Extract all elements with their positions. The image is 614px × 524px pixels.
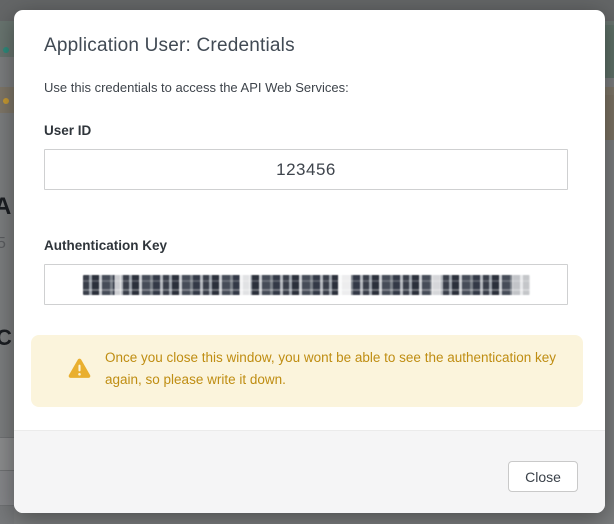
- background-band: [605, 25, 614, 78]
- background-table-row: [0, 470, 14, 505]
- auth-key-redacted-value: [83, 275, 530, 295]
- user-id-value: 123456: [276, 160, 336, 180]
- background-band: [605, 95, 614, 140]
- modal-title: Application User: Credentials: [44, 35, 295, 57]
- auth-key-label: Authentication Key: [44, 238, 167, 253]
- background-table-row: [0, 437, 14, 470]
- background-table-row: [0, 505, 14, 524]
- user-id-label: User ID: [44, 123, 91, 138]
- close-button[interactable]: Close: [508, 461, 578, 492]
- background-dot: [3, 98, 9, 104]
- warning-triangle-icon: [68, 358, 91, 379]
- background-text-fragment: 5: [0, 235, 6, 253]
- auth-key-field[interactable]: [44, 264, 568, 305]
- modal-subtitle: Use this credentials to access the API W…: [44, 80, 349, 95]
- modal-footer: Close: [14, 430, 605, 513]
- credentials-modal: Application User: Credentials Use this c…: [14, 10, 605, 513]
- background-text-fragment: C: [0, 325, 12, 351]
- warning-text: Once you close this window, you wont be …: [105, 347, 583, 391]
- user-id-field[interactable]: 123456: [44, 149, 568, 190]
- modal-body: Application User: Credentials Use this c…: [14, 10, 605, 430]
- warning-banner: Once you close this window, you wont be …: [31, 335, 583, 407]
- background-dot: [3, 47, 9, 53]
